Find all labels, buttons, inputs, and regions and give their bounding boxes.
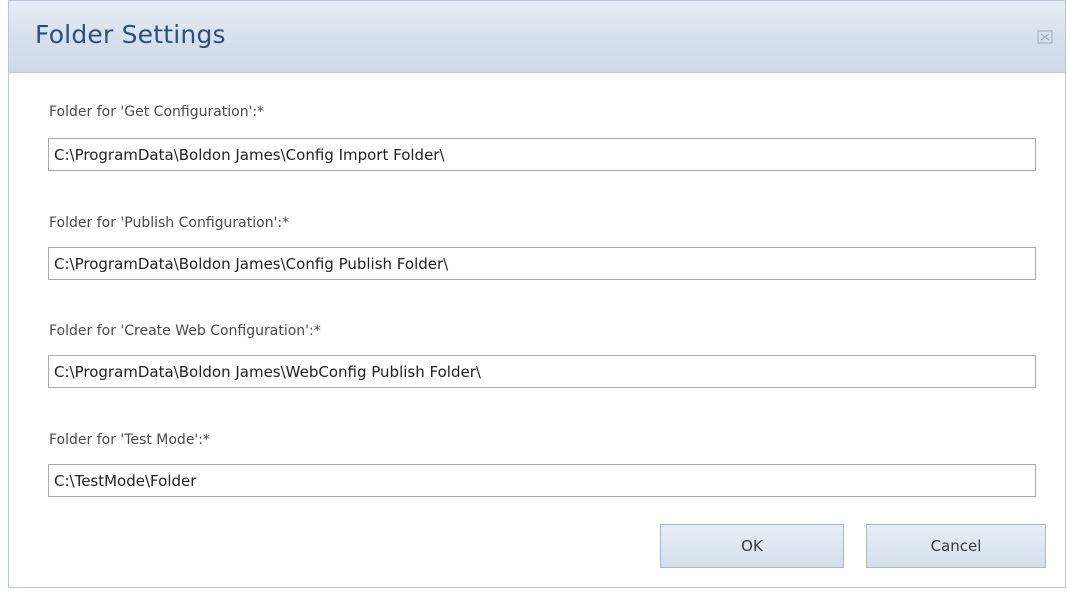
- dialog-titlebar[interactable]: Folder Settings: [9, 1, 1065, 73]
- ok-button[interactable]: OK: [660, 524, 844, 568]
- close-icon[interactable]: [1035, 27, 1055, 47]
- folder-settings-dialog: Folder Settings Folder for 'Get Configur…: [8, 0, 1066, 588]
- test-mode-label: Folder for 'Test Mode':*: [49, 432, 210, 448]
- create-web-configuration-folder-input[interactable]: [48, 355, 1036, 388]
- get-configuration-folder-input[interactable]: [48, 138, 1036, 171]
- publish-configuration-label: Folder for 'Publish Configuration':*: [49, 215, 290, 231]
- create-web-configuration-label: Folder for 'Create Web Configuration':*: [49, 323, 321, 339]
- publish-configuration-folder-input[interactable]: [48, 247, 1036, 280]
- test-mode-folder-input[interactable]: [48, 464, 1036, 497]
- cancel-button[interactable]: Cancel: [866, 524, 1046, 568]
- get-configuration-label: Folder for 'Get Configuration':*: [49, 104, 265, 120]
- dialog-title: Folder Settings: [35, 20, 226, 49]
